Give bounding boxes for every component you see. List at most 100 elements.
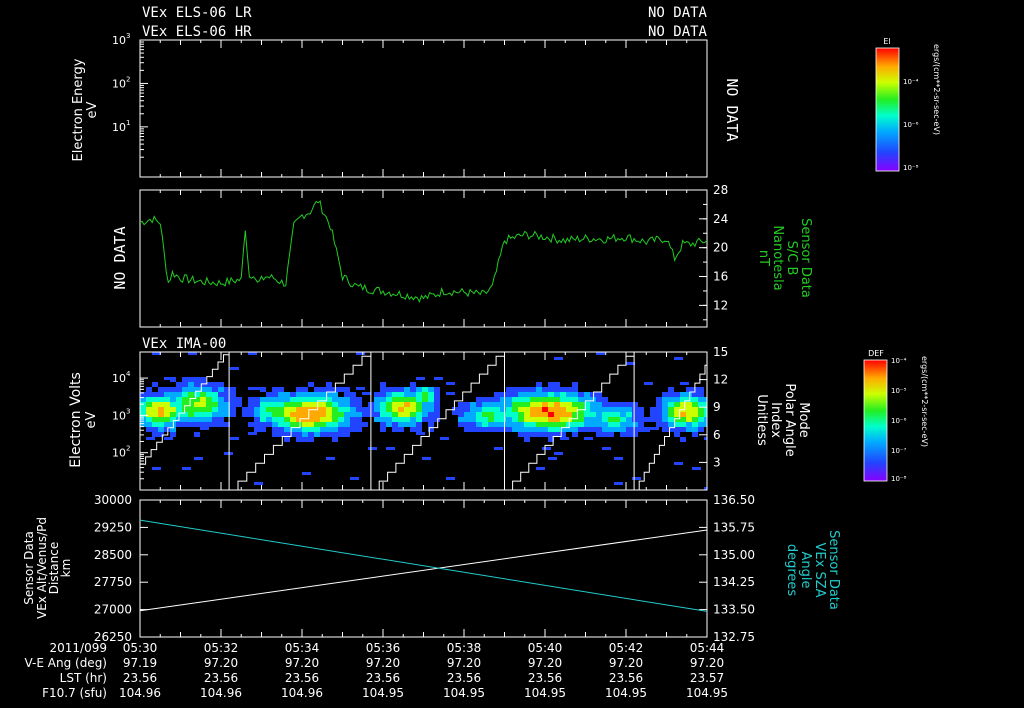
ima-heatmap-cell [344, 397, 350, 402]
ima-heatmap-cell [410, 417, 416, 422]
ima-heatmap-cell [158, 402, 164, 407]
ima-heatmap-cell [536, 392, 542, 397]
ima-heatmap-cell [236, 397, 242, 402]
ima-heatmap-cell [272, 402, 278, 407]
els-ytick-label: 10 [112, 34, 126, 47]
x-table-cell: 23.57 [690, 671, 724, 685]
ima-heatmap-cell [314, 392, 320, 397]
ima-heatmap-cell [530, 417, 536, 422]
ima-heatmap-cell [668, 407, 674, 412]
ima-heatmap-cell [194, 432, 200, 437]
colorbar-els-tick-3: 10⁻⁸ [903, 164, 919, 172]
ima-heatmap-cell [194, 412, 200, 417]
ima-heatmap-cell [488, 412, 494, 417]
ima-heatmap-cell [560, 412, 566, 417]
colorbar-els-title: El [883, 37, 890, 46]
ima-heatmap-cell [494, 447, 503, 450]
ima-heatmap-cell [524, 412, 530, 417]
ima-heatmap-cell [290, 417, 296, 422]
ima-heatmap-cell [398, 392, 404, 397]
ima-heatmap-cell [248, 407, 254, 412]
ima-heatmap-cell [434, 377, 443, 380]
ima-heatmap-cell [416, 417, 422, 422]
ima-heatmap-cell [686, 427, 692, 432]
panel-mag-ylabel-line3: Nanotesla [770, 225, 785, 290]
ima-heatmap-cell [608, 407, 614, 412]
ima-heatmap-cell [296, 437, 302, 442]
x-table-cell: 23.56 [609, 671, 643, 685]
ima-heatmap-cell [668, 402, 674, 407]
ima-heatmap-cell [386, 402, 392, 407]
ima-heatmap-cell [620, 427, 626, 432]
ima-heatmap-cell [320, 417, 326, 422]
ima-heatmap-cell [578, 392, 584, 397]
ima-heatmap-cell [632, 412, 638, 417]
ima-heatmap-cell [536, 402, 542, 407]
ima-heatmap-cell [200, 422, 206, 427]
ima-heatmap-cell [272, 397, 278, 402]
ima-heatmap-cell [164, 407, 170, 412]
ima-heatmap-cell [398, 407, 404, 412]
ima-heatmap-cell [392, 412, 398, 417]
ima-heatmap-cell [326, 432, 332, 437]
ima-heatmap-cell [380, 427, 386, 432]
ima-heatmap-cell [644, 382, 653, 385]
ima-heatmap-cell [326, 457, 335, 460]
ima-heatmap-cell [284, 422, 290, 427]
ima-heatmap-cell [680, 422, 686, 427]
ima-ytick-right-label: 3 [713, 455, 721, 469]
ima-heatmap-cell [284, 427, 290, 432]
ima-heatmap-cell [416, 432, 425, 435]
ima-heatmap-cell [446, 382, 455, 385]
orbit-ytick-label: 28500 [94, 548, 132, 562]
ima-heatmap-cell [356, 422, 362, 427]
panel-orbit-ylabel-right-line1: Sensor Data [826, 530, 841, 610]
ima-heatmap-cell [272, 432, 278, 437]
ima-heatmap-cell [698, 427, 704, 432]
ima-heatmap-cell [308, 432, 314, 437]
ima-heatmap-cell [170, 377, 176, 382]
ima-heatmap-cell [686, 392, 692, 397]
ima-heatmap-cell [350, 417, 356, 422]
ima-heatmap-cell [530, 397, 536, 402]
ima-heatmap-cell [404, 397, 410, 402]
ima-heatmap-cell [356, 407, 362, 412]
ima-heatmap-cell [548, 392, 554, 397]
ima-heatmap-cell [356, 412, 362, 417]
x-table-cell: 05:42 [609, 641, 644, 655]
ima-heatmap-cell [668, 412, 674, 417]
ima-heatmap-cell [500, 427, 506, 432]
ima-heatmap-cell [434, 417, 440, 422]
ima-heatmap-cell [200, 427, 209, 430]
ima-heatmap-cell [380, 412, 386, 417]
ima-heatmap-cell [212, 412, 218, 417]
ima-heatmap-cell [332, 417, 338, 422]
ima-heatmap-cell [416, 402, 422, 407]
ima-heatmap-cell [386, 412, 392, 417]
ima-heatmap-cell [626, 417, 632, 422]
ima-heatmap-cell [494, 422, 500, 427]
ima-heatmap-cell [512, 397, 518, 402]
ima-heatmap-cell [146, 422, 152, 427]
colorbar-els-tick-1: 10⁻⁴ [903, 78, 919, 86]
ima-heatmap-cell [434, 412, 440, 417]
ima-heatmap-cell [674, 392, 680, 397]
ima-heatmap-cell [572, 392, 578, 397]
ima-heatmap-cell [230, 412, 236, 417]
ima-heatmap-cell [344, 432, 350, 437]
panel-orbit-ylabel-line1: Sensor Data [22, 531, 36, 605]
ima-heatmap-cell [182, 397, 188, 402]
ima-heatmap-cell [572, 387, 578, 392]
header-els-hr-status: NO DATA [648, 24, 708, 40]
ima-heatmap-cell [428, 387, 434, 392]
ima-heatmap-cell [416, 387, 422, 392]
ima-heatmap-cell [434, 397, 440, 402]
ima-heatmap-cell [494, 397, 500, 402]
ima-heatmap-cell [344, 427, 350, 432]
ima-heatmap-cell [548, 417, 554, 422]
ima-heatmap-cell [626, 402, 632, 407]
ima-heatmap-cell [224, 452, 233, 455]
colorbar-ima-tick-4: 10⁻⁷ [891, 447, 907, 455]
ima-heatmap-cell [194, 457, 203, 460]
ima-heatmap-cell [668, 397, 674, 402]
